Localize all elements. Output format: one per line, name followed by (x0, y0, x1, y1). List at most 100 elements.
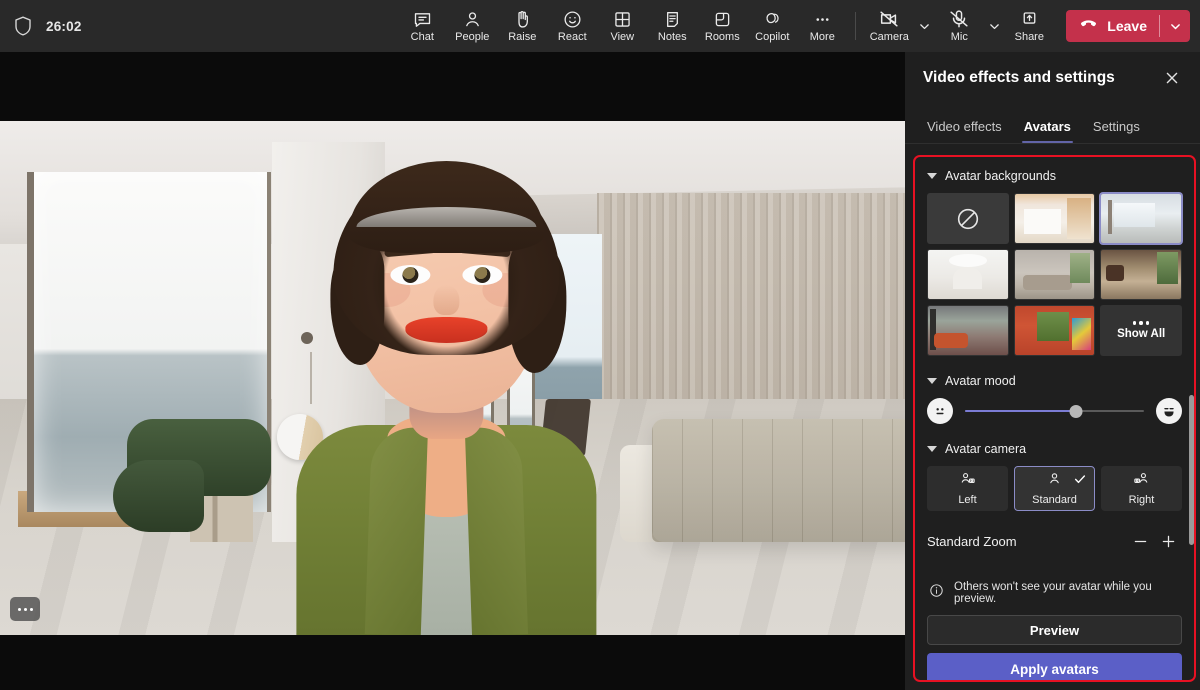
camera-right-icon (1132, 471, 1151, 491)
camera-options-chevron-down-icon[interactable] (914, 0, 934, 52)
leave-options-chevron-down-icon[interactable] (1160, 10, 1190, 42)
ellipsis-dot-1 (18, 608, 21, 611)
apply-avatars-button[interactable]: Apply avatars (927, 653, 1182, 682)
avatar-mood-label: Avatar mood (945, 374, 1016, 388)
tab-settings[interactable]: Settings (1085, 119, 1148, 143)
toolbar-raise-button[interactable]: Raise (497, 0, 547, 52)
panel-header: Video effects and settings (905, 52, 1200, 104)
avatar-figure (281, 172, 611, 635)
shield-icon (14, 16, 32, 36)
background-option-glass-patio[interactable] (927, 305, 1009, 356)
mic-options-chevron-down-icon[interactable] (984, 0, 1004, 52)
check-icon (1073, 472, 1087, 489)
react-smiley-icon (562, 8, 583, 30)
notes-icon (662, 8, 683, 30)
toolbar-chat-button[interactable]: Chat (397, 0, 447, 52)
toolbar-notes-button[interactable]: Notes (647, 0, 697, 52)
avatar-backgrounds-label: Avatar backgrounds (945, 169, 1056, 183)
background-option-red-courtyard[interactable] (1014, 305, 1096, 356)
camera-option-left[interactable]: Left (927, 466, 1008, 511)
neutral-face-icon[interactable] (927, 398, 953, 424)
mic-off-icon (948, 8, 970, 30)
background-thumbnail (1101, 250, 1181, 299)
avatar-mood-section-header[interactable]: Avatar mood (927, 374, 1182, 388)
toolbar-chat-label: Chat (411, 31, 434, 44)
info-icon (929, 583, 944, 603)
more-ellipsis-icon (1133, 321, 1150, 325)
more-ellipsis-icon (812, 8, 833, 30)
avatar-mood-slider[interactable] (965, 398, 1144, 424)
slider-thumb[interactable] (1069, 405, 1082, 418)
toolbar-react-button[interactable]: React (547, 0, 597, 52)
background-option-warm-dining-room[interactable] (1100, 249, 1182, 300)
toolbar-people-button[interactable]: People (447, 0, 497, 52)
preview-button[interactable]: Preview (927, 615, 1182, 645)
toolbar-more-button[interactable]: More (797, 0, 847, 52)
toolbar-notes-label: Notes (658, 31, 687, 44)
scene-sofa (652, 419, 905, 542)
avatar-camera-label: Avatar camera (945, 442, 1026, 456)
toolbar-left-group: 26:02 (0, 16, 397, 36)
background-option-wood-loft[interactable] (1014, 193, 1096, 244)
avatar-backgrounds-section-header[interactable]: Avatar backgrounds (927, 169, 1182, 183)
no-background-icon (955, 206, 981, 232)
hang-up-icon (1078, 13, 1099, 39)
video-effects-panel: Video effects and settings Video effects… (905, 52, 1200, 690)
background-option-none[interactable] (927, 193, 1009, 244)
leave-button[interactable]: Leave (1066, 10, 1159, 42)
panel-scrollbar[interactable] (1189, 395, 1194, 545)
leave-button-group[interactable]: Leave (1066, 10, 1190, 42)
toolbar-copilot-button[interactable]: Copilot (747, 0, 797, 52)
copilot-icon (762, 8, 783, 30)
camera-option-left-label: Left (958, 494, 976, 506)
avatar-zoom-label: Standard Zoom (927, 534, 1126, 549)
background-show-all-label: Show All (1117, 328, 1165, 340)
toolbar-share-label: Share (1015, 31, 1044, 44)
toolbar-mic-button[interactable]: Mic (934, 0, 984, 52)
toolbar-rooms-button[interactable]: Rooms (697, 0, 747, 52)
tab-video-effects[interactable]: Video effects (919, 119, 1010, 143)
meeting-timer: 26:02 (46, 19, 82, 34)
avatar-camera-section-header[interactable]: Avatar camera (927, 442, 1182, 456)
toolbar-mic-label: Mic (951, 31, 968, 44)
close-icon[interactable] (1158, 64, 1186, 92)
zoom-decrease-button[interactable] (1126, 527, 1154, 555)
toolbar-rooms-label: Rooms (705, 31, 740, 44)
scene-green-seat (113, 460, 204, 532)
toolbar-share-button[interactable]: Share (1004, 0, 1054, 52)
leave-button-label: Leave (1107, 18, 1147, 34)
toolbar-people-label: People (455, 31, 489, 44)
toolbar-camera-button[interactable]: Camera (864, 0, 914, 52)
toolbar-center-group: Chat People Raise (397, 0, 847, 52)
people-icon (462, 8, 483, 30)
toolbar-view-button[interactable]: View (597, 0, 647, 52)
avatar-backgrounds-grid: Show All (927, 193, 1182, 356)
tab-avatars[interactable]: Avatars (1016, 119, 1079, 143)
background-thumbnail (1015, 306, 1095, 355)
chevron-down-icon (927, 173, 937, 179)
toolbar-view-label: View (610, 31, 634, 44)
zoom-increase-button[interactable] (1154, 527, 1182, 555)
camera-off-icon (878, 8, 900, 30)
plus-icon (1160, 533, 1177, 550)
background-option-concrete-living-room[interactable] (1014, 249, 1096, 300)
toolbar-divider (855, 12, 856, 40)
background-show-all-button[interactable]: Show All (1100, 305, 1182, 356)
chevron-down-icon (927, 378, 937, 384)
ellipsis-dot-2 (24, 608, 27, 611)
camera-option-right[interactable]: Right (1101, 466, 1182, 511)
background-option-white-gallery[interactable] (927, 249, 1009, 300)
background-option-ocean-penthouse[interactable] (1100, 193, 1182, 244)
avatar-video-preview[interactable] (0, 121, 905, 635)
avatar-cardigan-left-lapel (364, 426, 427, 635)
avatar-zoom-control: Standard Zoom (927, 527, 1182, 555)
toolbar-camera-label: Camera (870, 31, 909, 44)
toolbar-react-label: React (558, 31, 587, 44)
stage-more-options-button[interactable] (10, 597, 40, 621)
slider-track-fill (965, 410, 1076, 412)
rooms-icon (712, 8, 733, 30)
raise-hand-icon (512, 8, 533, 30)
toolbar-right-group: Camera Mic Sh (847, 0, 1200, 52)
happy-face-icon[interactable] (1156, 398, 1182, 424)
camera-option-standard[interactable]: Standard (1014, 466, 1095, 511)
